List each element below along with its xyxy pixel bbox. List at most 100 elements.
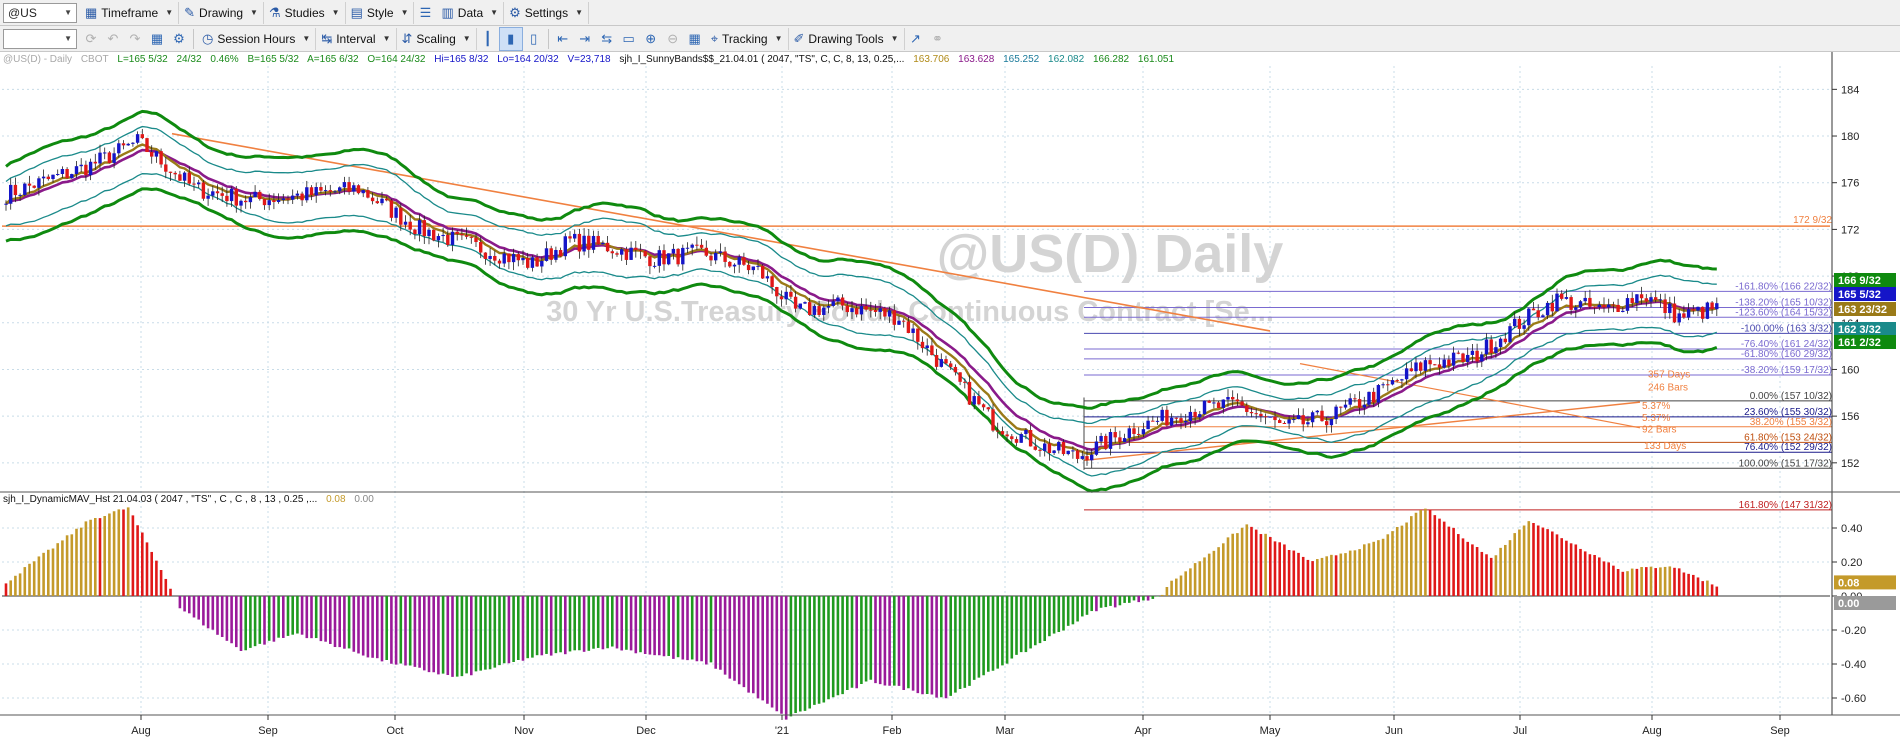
candle-body <box>1654 297 1658 300</box>
candle-body <box>1061 441 1066 455</box>
candle-body <box>267 200 271 206</box>
candle-body <box>1423 360 1428 371</box>
price-tick-label: 172 <box>1841 224 1859 236</box>
histogram-tick-label: -0.60 <box>1841 693 1866 705</box>
candle-body <box>652 265 657 267</box>
candle-body <box>502 253 506 264</box>
candle-body <box>182 172 187 181</box>
candle-body <box>526 257 530 268</box>
candle-body <box>822 307 826 315</box>
candle-body <box>206 195 210 199</box>
candle-body <box>1564 297 1569 299</box>
histogram-tick-label: -0.40 <box>1841 659 1866 671</box>
candle-body <box>549 248 553 260</box>
candle-body <box>643 251 647 257</box>
candle-body <box>1696 306 1700 311</box>
grid-lines <box>2 66 1830 715</box>
candle-body <box>1306 422 1310 425</box>
candle-body <box>718 251 723 253</box>
candle-body <box>1193 411 1197 418</box>
candle-body <box>352 185 356 192</box>
histogram-tick-label: 0.20 <box>1841 557 1862 569</box>
candle-body <box>291 195 295 200</box>
candle-body <box>1047 443 1052 454</box>
candle-body <box>845 305 849 313</box>
candle-body <box>140 134 144 139</box>
candle-body <box>558 250 563 257</box>
chart-canvas[interactable]: @US(D) Daily 30 Yr U.S.Treasury Bonds Co… <box>0 0 1900 750</box>
candle-body <box>469 236 473 238</box>
candle-body <box>925 345 929 349</box>
candle-body <box>1480 354 1484 362</box>
candle-body <box>840 297 845 306</box>
candle-body <box>605 242 610 252</box>
candle-body <box>1174 417 1178 419</box>
candle-body <box>1226 396 1230 400</box>
candle-body <box>1263 416 1268 418</box>
candle-body <box>540 260 544 267</box>
candle-body <box>634 247 638 251</box>
candle-body <box>333 191 337 193</box>
horizontal-line[interactable]: 172 9/32 <box>2 215 1832 227</box>
candle-body <box>112 153 116 163</box>
candle-body <box>192 183 196 185</box>
candle-body <box>497 260 502 264</box>
candle-body <box>554 250 558 260</box>
candle-body <box>695 244 699 246</box>
candle-body <box>836 297 840 302</box>
time-tick-label: Dec <box>636 725 656 737</box>
candle-body <box>1555 293 1559 312</box>
time-tick-label: Aug <box>1642 725 1662 737</box>
price-tick-label: 184 <box>1841 84 1859 96</box>
candle-body <box>568 236 572 239</box>
candle-body <box>417 220 422 235</box>
candle-body <box>361 190 365 194</box>
candle-body <box>474 237 478 243</box>
candle-body <box>164 164 168 172</box>
candle-body <box>511 254 516 263</box>
candle-body <box>1668 303 1672 314</box>
candle-body <box>281 198 285 201</box>
fib-level-label: -161.80% (166 22/32) <box>1735 281 1832 292</box>
candle-body <box>1184 420 1188 423</box>
candle-body <box>328 190 332 192</box>
candle-body <box>1536 310 1540 318</box>
histogram-tag-label: 0.00 <box>1838 598 1859 610</box>
candle-body <box>1390 380 1395 385</box>
candle-body <box>1301 415 1305 425</box>
time-annotation: 133 Days <box>1644 441 1686 452</box>
candle-body <box>728 261 732 267</box>
candle-body <box>211 191 215 196</box>
candle-body <box>906 321 911 333</box>
candle-body <box>131 142 135 144</box>
band-lower-outer <box>5 187 1718 493</box>
candle-body <box>1000 431 1005 435</box>
candle-body <box>779 296 784 300</box>
candle-body <box>1437 364 1442 368</box>
candle-body <box>812 306 817 315</box>
candle-body <box>215 191 220 194</box>
candle-body <box>1602 304 1606 308</box>
candle-body <box>1052 450 1056 454</box>
candle-body <box>620 249 624 255</box>
candle-body <box>1625 298 1630 311</box>
fib-level-label: 161.80% (147 31/32) <box>1739 500 1832 511</box>
candle-body <box>399 207 403 225</box>
candle-body <box>455 231 459 234</box>
histogram-info-line: sjh_I_DynamicMAV_Hst 21.04.03 ( 2047 , "… <box>3 494 374 505</box>
candle-body <box>826 305 831 308</box>
histogram-tick-label: -0.20 <box>1841 625 1866 637</box>
candle-body <box>366 190 370 198</box>
candle-body <box>1038 449 1042 451</box>
fib-level-label: -100.00% (163 3/32) <box>1741 323 1832 334</box>
candle-body <box>897 320 901 325</box>
candle-body <box>732 264 737 267</box>
candle-body <box>855 308 859 315</box>
time-tick-label: Sep <box>1770 725 1790 737</box>
fib-level-label: -61.80% (160 29/32) <box>1741 349 1832 360</box>
candle-body <box>704 247 708 256</box>
time-tick-label: Nov <box>514 725 534 737</box>
candle-body <box>103 152 107 154</box>
candle-body <box>610 251 614 254</box>
candle-body <box>1310 412 1315 423</box>
